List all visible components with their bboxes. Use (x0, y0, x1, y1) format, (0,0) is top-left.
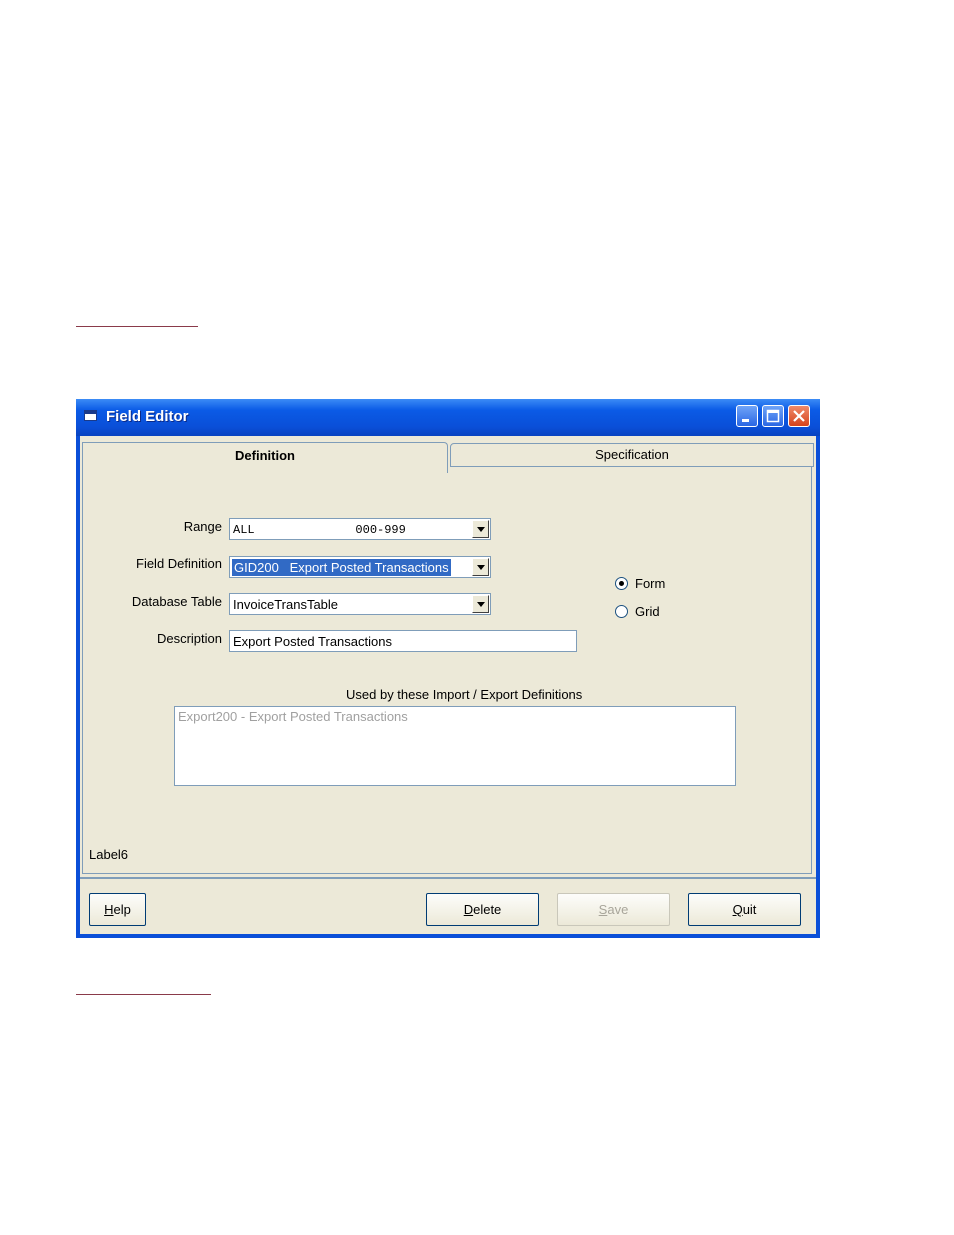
save-button[interactable]: Save (557, 893, 670, 926)
document-rule-bottom (76, 994, 211, 995)
document-rule-top (76, 326, 198, 327)
quit-button-label: uit (742, 902, 757, 917)
close-icon (793, 410, 805, 422)
description-input[interactable]: Export Posted Transactions (229, 630, 577, 652)
delete-button-label: elete (473, 902, 502, 917)
radio-form[interactable]: Form (615, 576, 665, 591)
radio-selected-icon[interactable] (615, 577, 628, 590)
title-bar[interactable]: Field Editor (76, 399, 820, 436)
app-window-icon (84, 410, 97, 421)
radio-grid-label: Grid (635, 604, 660, 619)
minimize-icon (742, 419, 749, 422)
help-button[interactable]: Help (89, 893, 146, 926)
tab-specification[interactable]: Specification (450, 443, 814, 467)
delete-button[interactable]: Delete (426, 893, 539, 926)
quit-mnemonic: Q (732, 902, 743, 917)
field-definition-combo[interactable]: GID200 Export Posted Transactions (229, 556, 491, 578)
help-button-label: elp (113, 902, 131, 917)
field-definition-label: Field Definition (136, 556, 222, 571)
field-definition-value: GID200 Export Posted Transactions (231, 558, 452, 577)
range-label: Range (183, 519, 222, 534)
window-title: Field Editor (106, 408, 189, 425)
maximize-icon (766, 409, 780, 423)
status-label: Label6 (89, 847, 129, 862)
window-client-area: Definition Specification (80, 436, 816, 934)
radio-grid[interactable]: Grid (615, 604, 660, 619)
save-button-label: ave (607, 902, 629, 917)
range-combo[interactable]: ALL 000-999 (229, 518, 491, 540)
delete-mnemonic: D (463, 902, 474, 917)
close-button[interactable] (788, 405, 810, 427)
description-value: Export Posted Transactions (233, 634, 392, 649)
database-table-combo[interactable]: InvoiceTransTable (229, 593, 491, 615)
range-value: ALL 000-999 (233, 523, 406, 537)
help-mnemonic: H (104, 902, 114, 917)
list-item[interactable]: Export200 - Export Posted Transactions (178, 709, 408, 724)
maximize-button[interactable] (762, 405, 784, 427)
chevron-down-icon[interactable] (472, 558, 489, 576)
quit-button[interactable]: Quit (688, 893, 801, 926)
tab-definition[interactable]: Definition (82, 442, 448, 473)
used-by-title: Used by these Import / Export Definition… (346, 687, 583, 702)
minimize-button[interactable] (736, 405, 758, 427)
chevron-down-icon[interactable] (472, 520, 489, 538)
button-bar-separator (80, 877, 816, 879)
chevron-down-icon[interactable] (472, 595, 489, 613)
database-table-value: InvoiceTransTable (233, 597, 339, 612)
radio-unselected-icon[interactable] (615, 605, 628, 618)
description-label: Description (156, 631, 222, 646)
radio-form-label: Form (635, 576, 666, 591)
used-by-listbox[interactable]: Export200 - Export Posted Transactions (174, 706, 736, 786)
database-table-label: Database Table (131, 594, 222, 609)
field-editor-window: Field Editor Definition Specification (76, 399, 820, 938)
